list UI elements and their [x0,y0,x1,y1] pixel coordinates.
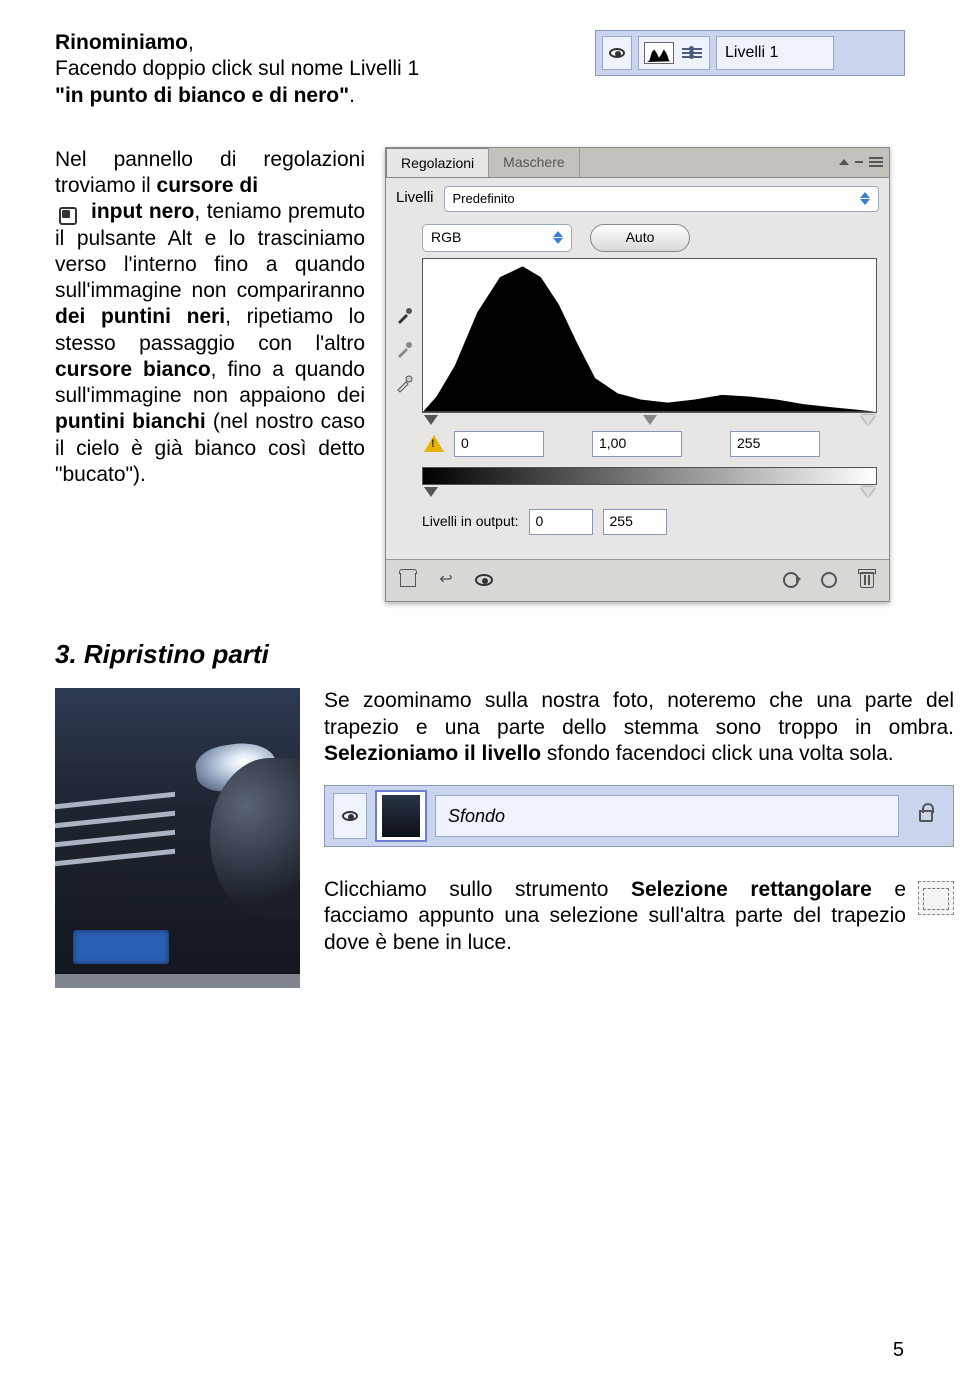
levels-label: Livelli [396,189,434,208]
eyedropper-white[interactable] [394,374,414,394]
sliders-icon [680,42,704,64]
preset-dropdown[interactable]: Predefinito [444,186,879,212]
layer-name-sfondo[interactable]: Sfondo [435,795,899,837]
previous-state-icon[interactable] [781,570,801,590]
visibility-toggle[interactable] [602,36,632,70]
adjustments-panel: Regolazioni Maschere Livelli Predefinito [385,147,890,602]
output-black-field[interactable]: 0 [529,509,593,535]
output-black-slider[interactable] [424,487,438,497]
histogram-icon [644,42,674,64]
back-arrow-icon[interactable]: ↩ [436,570,456,590]
eye-icon [342,811,358,821]
eye-icon [609,48,625,58]
stepper-arrows-icon [860,192,870,205]
section-heading: 3. Ripristino parti [55,638,905,671]
hamburger-icon [869,157,883,167]
layer-name[interactable]: Livelli 1 [716,36,834,70]
section3-para2: Clicchiamo sullo strumento Selezione ret… [324,877,954,956]
eye-icon[interactable] [474,570,494,590]
stepper-arrows-icon [553,231,563,244]
panel-footer: ↩ [386,559,889,601]
page-number: 5 [893,1338,904,1363]
histogram [422,258,877,413]
black-point-slider[interactable] [424,415,438,425]
rectangular-marquee-icon[interactable] [918,881,954,915]
lock-icon [907,810,945,822]
eyedropper-gray[interactable] [394,340,414,360]
intro-bold: Rinominiamo [55,31,188,54]
ink-icon [55,203,83,227]
adjustment-thumb[interactable] [638,36,710,70]
section3-para1: Se zoominamo sulla nostra foto, noteremo… [324,688,954,767]
layers-row: Livelli 1 [595,30,905,76]
warning-icon [422,433,446,455]
intro-paragraph: Rinominiamo, Facendo doppio click sul no… [55,30,575,109]
layers-sfondo-row: Sfondo [324,785,954,847]
layer-thumbnail[interactable] [375,790,427,842]
explanation-paragraph: Nel pannello di regolazioni troviamo il … [55,147,365,488]
triangle-up-icon [839,159,849,165]
clip-icon[interactable] [398,570,418,590]
output-gradient [422,467,877,485]
output-white-field[interactable]: 255 [603,509,667,535]
output-white-slider[interactable] [861,487,875,497]
visibility-toggle[interactable] [333,793,367,839]
eyedropper-black[interactable] [394,306,414,326]
panel-menu[interactable] [839,157,883,167]
gamma-slider[interactable] [643,415,657,425]
input-black-field[interactable]: 0 [454,431,544,457]
tab-adjustments[interactable]: Regolazioni [386,148,489,177]
trash-icon[interactable] [857,570,877,590]
output-label: Livelli in output: [422,513,519,531]
input-white-field[interactable]: 255 [730,431,820,457]
car-photo-thumbnail [55,688,300,988]
channel-dropdown[interactable]: RGB [422,224,572,252]
white-point-slider[interactable] [861,415,875,425]
auto-button[interactable]: Auto [590,224,690,252]
tab-masks[interactable]: Maschere [489,148,579,177]
reset-icon[interactable] [819,570,839,590]
panel-tabs: Regolazioni Maschere [386,148,889,178]
input-gamma-field[interactable]: 1,00 [592,431,682,457]
dash-icon [855,161,863,163]
